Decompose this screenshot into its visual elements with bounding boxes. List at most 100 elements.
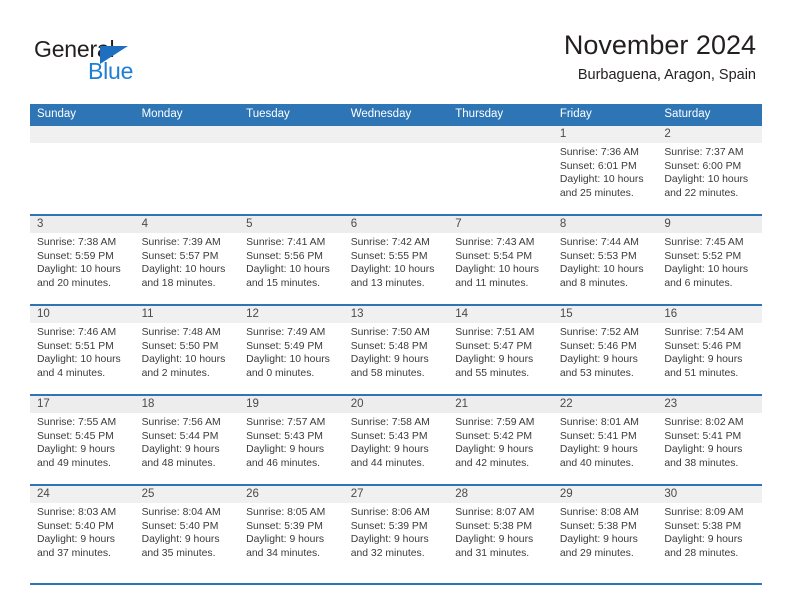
day-detail-line: and 2 minutes. [141, 367, 210, 379]
day-details: Sunrise: 7:57 AM Sunset: 5:43 PM Daylight:… [239, 413, 344, 470]
day-detail-line: Daylight: 9 hours [559, 354, 638, 366]
day-detail-line: and 18 minutes. [141, 277, 216, 289]
weekday-header-sunday: Sunday [30, 104, 135, 125]
weekday-header-saturday: Saturday [657, 104, 762, 125]
day-detail-line: Daylight: 10 hours [350, 264, 435, 276]
day-detail-line: Sunrise: 8:03 AM [37, 507, 117, 518]
day-detail-line: Sunset: 5:46 PM [664, 340, 742, 352]
day-detail-line: Daylight: 9 hours [246, 534, 325, 546]
brand-logo[interactable]: General Blue [34, 36, 234, 92]
day-details [344, 143, 449, 146]
day-number [448, 126, 553, 143]
day-number: 12 [239, 306, 344, 323]
day-detail-line: Daylight: 9 hours [664, 354, 743, 366]
calendar-day-cell-empty [134, 124, 240, 215]
calendar-day-cell[interactable]: 28 Sunrise: 8:07 AM Sunset: 5:38 PM Dayligh… [448, 484, 553, 575]
day-details: Sunrise: 7:36 AM Sunset: 6:01 PM Daylight:… [553, 143, 658, 200]
day-number: 25 [134, 486, 240, 503]
day-detail-line: Sunset: 5:54 PM [455, 250, 533, 262]
calendar-day-cell[interactable]: 24 Sunrise: 8:03 AM Sunset: 5:40 PM Dayligh… [30, 484, 135, 575]
day-detail-line: Daylight: 9 hours [37, 444, 115, 456]
day-details: Sunrise: 8:03 AM Sunset: 5:40 PM Daylight:… [30, 503, 135, 560]
day-detail-line: Daylight: 10 hours [559, 264, 644, 276]
day-number [239, 126, 344, 143]
day-detail-line: Sunrise: 7:46 AM [37, 327, 117, 338]
calendar-day-cell[interactable]: 16 Sunrise: 7:54 AM Sunset: 5:46 PM Dayligh… [657, 304, 762, 395]
calendar-day-cell[interactable]: 7 Sunrise: 7:43 AM Sunset: 5:54 PM Daylight… [448, 214, 553, 305]
day-detail-line: Sunrise: 7:49 AM [246, 327, 326, 338]
calendar-day-cell[interactable]: 8 Sunrise: 7:44 AM Sunset: 5:53 PM Daylight… [552, 214, 658, 305]
day-number [343, 126, 449, 143]
day-detail-line: Sunset: 5:51 PM [37, 340, 114, 352]
day-number: 17 [30, 396, 135, 413]
calendar-day-cell[interactable]: 5 Sunrise: 7:41 AM Sunset: 5:56 PM Daylight… [239, 214, 344, 305]
calendar-bottom-border [30, 583, 762, 585]
day-details: Sunrise: 8:05 AM Sunset: 5:39 PM Daylight:… [239, 503, 344, 560]
calendar-day-cell[interactable]: 11 Sunrise: 7:48 AM Sunset: 5:50 PM Dayligh… [134, 304, 240, 395]
day-detail-line: Sunset: 5:41 PM [664, 430, 742, 442]
calendar-week-row: 3 Sunrise: 7:38 AM Sunset: 5:59 PM Daylight… [30, 214, 762, 305]
calendar-day-cell[interactable]: 2 Sunrise: 7:37 AM Sunset: 6:00 PM Daylight… [657, 124, 762, 215]
day-detail-line: Daylight: 10 hours [664, 264, 749, 276]
day-detail-line: Daylight: 10 hours [37, 354, 121, 366]
day-detail-line: Sunset: 5:38 PM [455, 520, 533, 532]
day-detail-line: and 8 minutes. [559, 277, 628, 289]
day-detail-line: Sunset: 5:41 PM [559, 430, 637, 442]
day-detail-line: and 51 minutes. [664, 367, 739, 379]
day-details [239, 143, 344, 146]
day-detail-line: Daylight: 10 hours [141, 354, 226, 366]
day-detail-line: Daylight: 10 hours [246, 354, 330, 366]
calendar-day-cell[interactable]: 21 Sunrise: 7:59 AM Sunset: 5:42 PM Dayligh… [448, 394, 553, 485]
calendar-day-cell-empty [30, 124, 135, 215]
day-detail-line: Daylight: 9 hours [664, 534, 743, 546]
day-detail-line: and 31 minutes. [455, 547, 530, 559]
calendar-day-cell[interactable]: 23 Sunrise: 8:02 AM Sunset: 5:41 PM Dayligh… [657, 394, 762, 485]
calendar-day-cell[interactable]: 26 Sunrise: 8:05 AM Sunset: 5:39 PM Dayligh… [239, 484, 344, 575]
calendar-day-cell[interactable]: 22 Sunrise: 8:01 AM Sunset: 5:41 PM Dayligh… [552, 394, 658, 485]
day-number: 23 [657, 396, 762, 413]
title-block: November 2024 Burbaguena, Aragon, Spain [564, 28, 756, 86]
day-detail-line: and 49 minutes. [37, 457, 111, 469]
calendar-day-cell[interactable]: 10 Sunrise: 7:46 AM Sunset: 5:51 PM Dayligh… [30, 304, 135, 395]
day-detail-line: Daylight: 9 hours [141, 444, 220, 456]
calendar-day-cell[interactable]: 20 Sunrise: 7:58 AM Sunset: 5:43 PM Dayligh… [343, 394, 449, 485]
day-detail-line: Sunrise: 7:41 AM [246, 237, 326, 248]
calendar-day-cell[interactable]: 19 Sunrise: 7:57 AM Sunset: 5:43 PM Dayligh… [239, 394, 344, 485]
day-detail-line: Sunset: 6:00 PM [664, 160, 742, 172]
day-number: 4 [134, 216, 240, 233]
calendar-day-cell[interactable]: 9 Sunrise: 7:45 AM Sunset: 5:52 PM Daylight… [657, 214, 762, 305]
calendar-day-cell[interactable]: 6 Sunrise: 7:42 AM Sunset: 5:55 PM Daylight… [343, 214, 449, 305]
day-details: Sunrise: 7:59 AM Sunset: 5:42 PM Daylight:… [448, 413, 553, 470]
calendar-day-cell[interactable]: 14 Sunrise: 7:51 AM Sunset: 5:47 PM Dayligh… [448, 304, 553, 395]
day-number: 27 [343, 486, 449, 503]
calendar-day-cell[interactable]: 3 Sunrise: 7:38 AM Sunset: 5:59 PM Daylight… [30, 214, 135, 305]
day-details: Sunrise: 7:43 AM Sunset: 5:54 PM Daylight:… [448, 233, 553, 290]
calendar-day-cell[interactable]: 1 Sunrise: 7:36 AM Sunset: 6:01 PM Daylight… [552, 124, 658, 215]
calendar-day-cell[interactable]: 4 Sunrise: 7:39 AM Sunset: 5:57 PM Daylight… [134, 214, 240, 305]
calendar-day-cell[interactable]: 29 Sunrise: 8:08 AM Sunset: 5:38 PM Dayligh… [552, 484, 658, 575]
day-detail-line: Sunset: 5:43 PM [350, 430, 428, 442]
day-number: 14 [448, 306, 553, 323]
day-number: 15 [552, 306, 658, 323]
calendar-day-cell[interactable]: 17 Sunrise: 7:55 AM Sunset: 5:45 PM Dayligh… [30, 394, 135, 485]
day-detail-line: and 25 minutes. [559, 187, 634, 199]
weekday-header-tuesday: Tuesday [239, 104, 344, 125]
day-number: 21 [448, 396, 553, 413]
calendar-day-cell[interactable]: 18 Sunrise: 7:56 AM Sunset: 5:44 PM Dayligh… [134, 394, 240, 485]
calendar-day-cell[interactable]: 13 Sunrise: 7:50 AM Sunset: 5:48 PM Dayligh… [343, 304, 449, 395]
day-detail-line: Sunrise: 7:52 AM [559, 327, 639, 338]
day-detail-line: Daylight: 9 hours [664, 444, 743, 456]
calendar-day-cell[interactable]: 27 Sunrise: 8:06 AM Sunset: 5:39 PM Dayligh… [343, 484, 449, 575]
calendar-day-cell[interactable]: 12 Sunrise: 7:49 AM Sunset: 5:49 PM Dayligh… [239, 304, 344, 395]
day-detail-line: and 42 minutes. [455, 457, 530, 469]
calendar-day-cell-empty [448, 124, 553, 215]
calendar-day-cell[interactable]: 15 Sunrise: 7:52 AM Sunset: 5:46 PM Dayligh… [552, 304, 658, 395]
day-details: Sunrise: 8:01 AM Sunset: 5:41 PM Daylight:… [553, 413, 658, 470]
day-detail-line: Sunset: 5:47 PM [455, 340, 533, 352]
day-detail-line: Sunset: 5:50 PM [141, 340, 219, 352]
calendar-day-cell[interactable]: 30 Sunrise: 8:09 AM Sunset: 5:38 PM Dayligh… [657, 484, 762, 575]
day-details: Sunrise: 7:45 AM Sunset: 5:52 PM Daylight:… [657, 233, 762, 290]
calendar-day-cell[interactable]: 25 Sunrise: 8:04 AM Sunset: 5:40 PM Dayligh… [134, 484, 240, 575]
day-number: 16 [657, 306, 762, 323]
day-details: Sunrise: 7:41 AM Sunset: 5:56 PM Daylight:… [239, 233, 344, 290]
